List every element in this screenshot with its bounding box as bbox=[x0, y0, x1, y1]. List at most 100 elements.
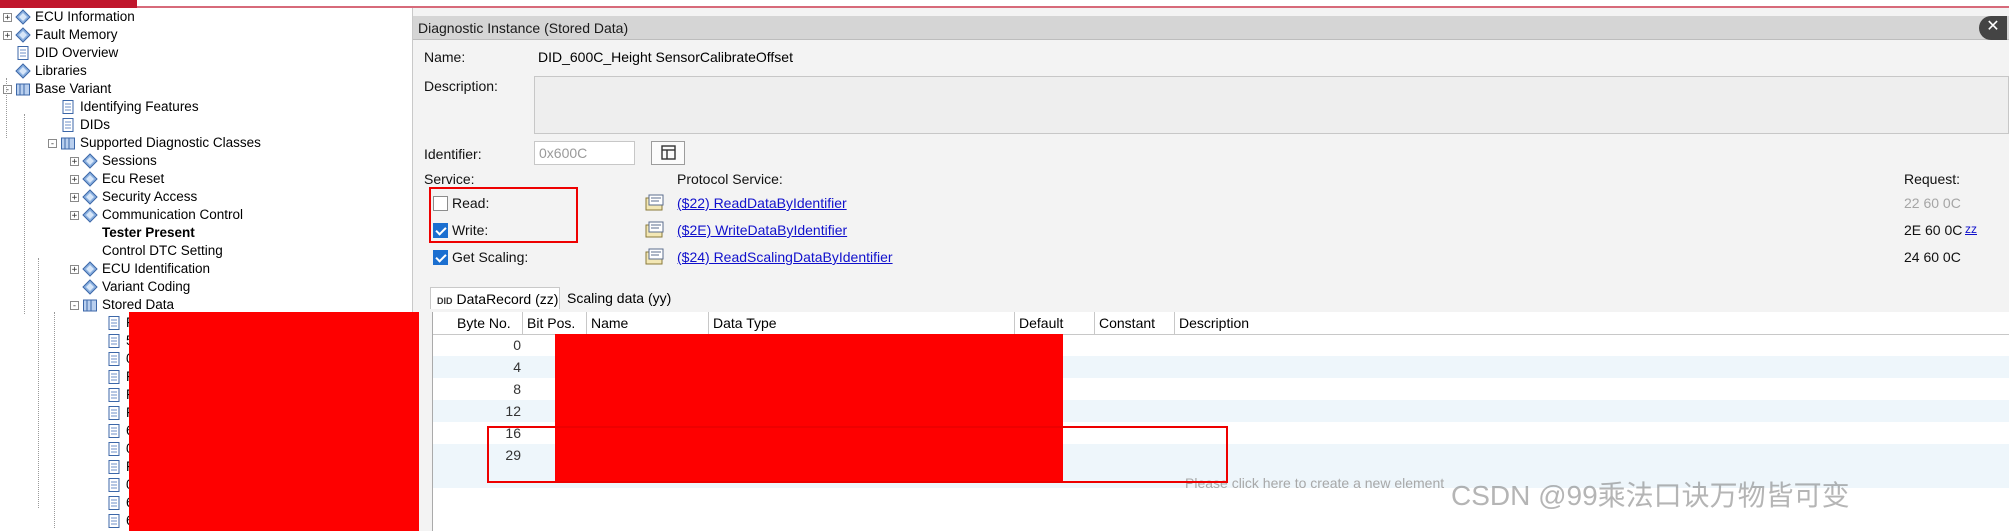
expand-icon[interactable]: + bbox=[3, 30, 12, 40]
identifier-input[interactable]: 0x600C bbox=[534, 141, 635, 165]
tree-item[interactable]: + Fault Memory bbox=[3, 26, 118, 44]
tree-item[interactable]: + Security Access bbox=[70, 188, 197, 206]
document-icon bbox=[106, 369, 122, 385]
watermark-text: CSDN @99乘法口诀万物皆可变 bbox=[1451, 480, 1850, 511]
document-icon bbox=[106, 387, 122, 403]
tab-scaling-data[interactable]: Scaling data (yy) bbox=[561, 287, 677, 309]
tree-item-label: DID Overview bbox=[35, 45, 119, 60]
col-header-byte-no[interactable]: Byte No. bbox=[453, 312, 523, 334]
tree-item-label: DIDs bbox=[80, 117, 110, 132]
panel-title: Diagnostic Instance (Stored Data) bbox=[418, 20, 629, 36]
expand-icon[interactable]: + bbox=[70, 192, 79, 202]
document-icon bbox=[106, 459, 122, 475]
request-label: Request: bbox=[1904, 171, 1961, 187]
tree-item[interactable]: DIDs bbox=[48, 116, 110, 134]
highlight-read-write bbox=[429, 187, 578, 243]
tree-item[interactable]: - Base Variant bbox=[3, 80, 111, 98]
close-icon[interactable]: ✕ bbox=[1979, 16, 2007, 40]
tree-item-label: ECU Information bbox=[35, 9, 135, 24]
byte-no-cell: 4 bbox=[513, 359, 521, 375]
tab-label: DataRecord (zz) bbox=[456, 291, 559, 307]
tree-guide-line bbox=[54, 312, 55, 528]
col-header-default[interactable]: Default bbox=[1015, 312, 1095, 334]
name-field[interactable]: DID_600C_Height SensorCalibrateOffset bbox=[534, 46, 2009, 70]
diamond-icon bbox=[82, 207, 98, 223]
byte-no-cell: 12 bbox=[505, 403, 521, 419]
document-icon bbox=[106, 441, 122, 457]
folder-icon bbox=[60, 135, 76, 151]
tree-item[interactable]: + Communication Control bbox=[70, 206, 243, 224]
tree-item[interactable]: Identifying Features bbox=[48, 98, 199, 116]
protocol-service-link[interactable]: ($24) ReadScalingDataByIdentifier bbox=[677, 249, 893, 265]
tree-item[interactable]: Control DTC Setting bbox=[70, 242, 223, 260]
protocol-service-link[interactable]: ($22) ReadDataByIdentifier bbox=[677, 195, 847, 211]
expand-icon[interactable]: + bbox=[70, 174, 79, 184]
request-parameter-link[interactable]: zz bbox=[1965, 222, 1977, 236]
document-icon bbox=[106, 477, 122, 493]
tree-item-label: Security Access bbox=[102, 189, 198, 204]
collapse-icon[interactable]: - bbox=[3, 84, 12, 94]
description-field[interactable] bbox=[534, 76, 2009, 134]
diamond-icon bbox=[82, 189, 98, 205]
tree-item[interactable]: + ECU Identification bbox=[70, 260, 210, 278]
document-icon bbox=[106, 495, 122, 511]
document-icon bbox=[15, 45, 31, 61]
service-label-text: Get Scaling: bbox=[452, 249, 529, 265]
folder-icon bbox=[15, 81, 31, 97]
col-header-bit-pos[interactable]: Bit Pos. bbox=[523, 312, 587, 334]
did-badge-icon: DID bbox=[437, 296, 453, 306]
protocol-service-icon bbox=[644, 221, 666, 239]
protocol-service-link[interactable]: ($2E) WriteDataByIdentifier bbox=[677, 222, 847, 238]
tab-datarecord[interactable]: DID DataRecord (zz) bbox=[430, 287, 560, 309]
diamond-icon bbox=[15, 63, 31, 79]
tree-guide-line bbox=[24, 114, 25, 314]
service-checkbox[interactable] bbox=[433, 250, 448, 265]
tree-item[interactable]: Libraries bbox=[3, 62, 87, 80]
highlight-rows-16-29 bbox=[487, 426, 1228, 483]
collapse-icon[interactable]: - bbox=[70, 300, 79, 310]
collapse-icon[interactable]: - bbox=[48, 138, 57, 148]
document-icon bbox=[60, 117, 76, 133]
tree-item[interactable]: + Sessions bbox=[70, 152, 157, 170]
tree-item[interactable]: - Supported Diagnostic Classes bbox=[48, 134, 261, 152]
expand-icon[interactable]: + bbox=[70, 156, 79, 166]
byte-no-cell: 0 bbox=[513, 337, 521, 353]
tree-item[interactable]: Variant Coding bbox=[70, 278, 190, 296]
document-icon bbox=[60, 99, 76, 115]
panel-title-bar: Diagnostic Instance (Stored Data) ✕ bbox=[413, 16, 2009, 40]
folder-icon bbox=[82, 297, 98, 313]
col-header-constant[interactable]: Constant bbox=[1095, 312, 1175, 334]
expand-icon[interactable]: + bbox=[70, 210, 79, 220]
col-header-description[interactable]: Description bbox=[1175, 312, 2009, 334]
tree-item[interactable]: + Ecu Reset bbox=[70, 170, 164, 188]
accent-bar bbox=[0, 0, 137, 8]
request-bytes: 24 60 0C bbox=[1904, 249, 1961, 265]
expand-icon[interactable]: + bbox=[3, 12, 12, 22]
expand-icon[interactable]: + bbox=[70, 264, 79, 274]
identifier-table-button[interactable] bbox=[651, 141, 685, 165]
document-icon bbox=[106, 405, 122, 421]
tree-item-label: Communication Control bbox=[102, 207, 244, 222]
col-header-name[interactable]: Name bbox=[587, 312, 709, 334]
document-icon bbox=[106, 315, 122, 331]
diamond-icon bbox=[82, 171, 98, 187]
request-bytes: 22 60 0C bbox=[1904, 195, 1961, 211]
redaction-block-tree bbox=[129, 312, 419, 531]
tree-item[interactable]: Tester Present bbox=[70, 224, 195, 242]
tree-item[interactable]: + ECU Information bbox=[3, 8, 135, 26]
name-label: Name: bbox=[424, 49, 466, 65]
tree-item-label: Libraries bbox=[35, 63, 87, 78]
tree-item-label: Identifying Features bbox=[80, 99, 199, 114]
protocol-service-label: Protocol Service: bbox=[677, 171, 783, 187]
tree-item-label: ECU Identification bbox=[102, 261, 211, 276]
tree-item-label: Tester Present bbox=[102, 225, 195, 240]
tree-item-label: Variant Coding bbox=[102, 279, 191, 294]
request-bytes: 2E 60 0C bbox=[1904, 222, 1963, 238]
tree-item[interactable]: DID Overview bbox=[3, 44, 118, 62]
diamond-icon bbox=[82, 153, 98, 169]
col-header-data-type[interactable]: Data Type bbox=[709, 312, 1015, 334]
diamond-icon bbox=[15, 27, 31, 43]
grid-header: Byte No. Bit Pos. Name Data Type Default… bbox=[433, 312, 2009, 335]
